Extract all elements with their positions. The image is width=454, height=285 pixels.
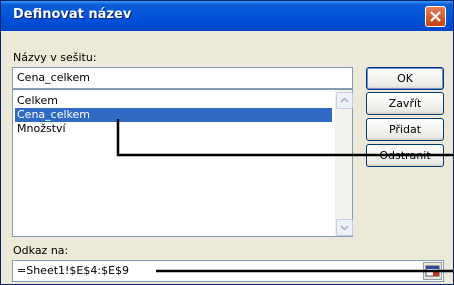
define-name-dialog: Definovat název Názvy v sešitu: Cena_cel… [0, 0, 454, 285]
callout-line-list [116, 119, 453, 157]
annotation-callouts [116, 119, 453, 273]
